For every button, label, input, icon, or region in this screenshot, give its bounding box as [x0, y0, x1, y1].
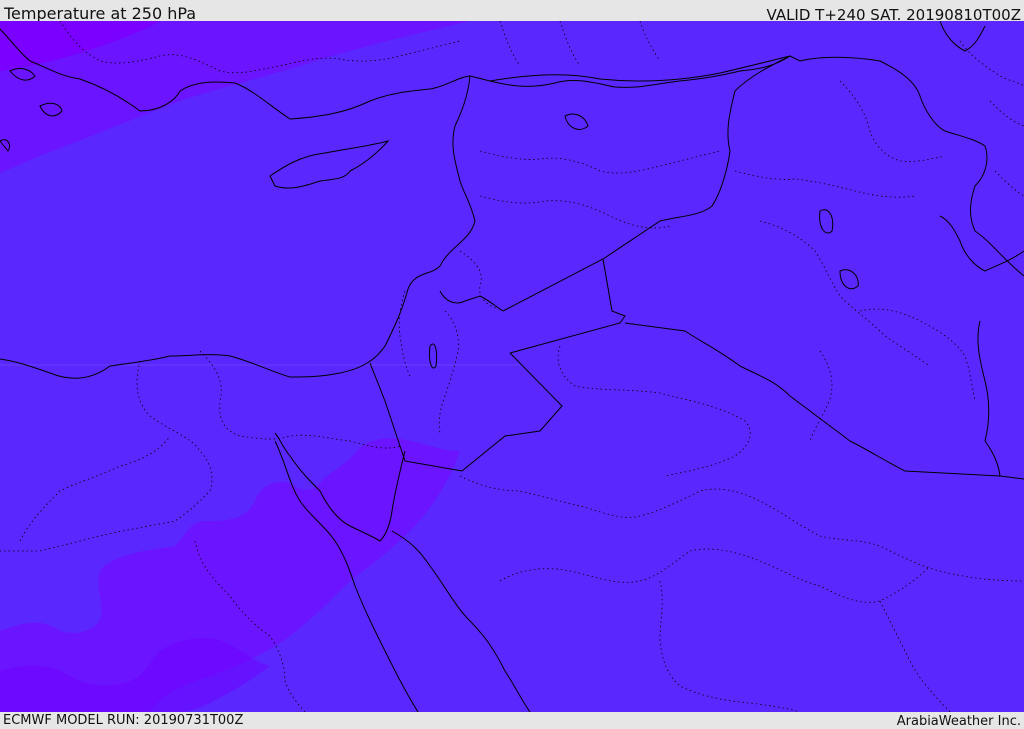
weather-map-frame: Temperature at 250 hPa VALID T+240 SAT. …	[0, 0, 1024, 729]
header-bar: Temperature at 250 hPa VALID T+240 SAT. …	[0, 0, 1024, 24]
model-run-label: ECMWF MODEL RUN: 20190731T00Z	[3, 713, 244, 728]
footer-bar: ECMWF MODEL RUN: 20190731T00Z ArabiaWeat…	[0, 712, 1024, 729]
credit-label: ArabiaWeather Inc.	[896, 714, 1021, 729]
map-area	[0, 21, 1024, 712]
map-canvas	[0, 21, 1024, 712]
